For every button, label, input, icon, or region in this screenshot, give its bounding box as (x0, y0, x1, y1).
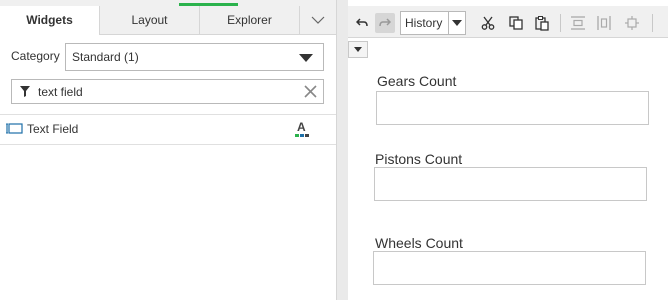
history-divider (448, 12, 449, 34)
paste-icon (535, 15, 549, 31)
widget-label: Text Field (27, 122, 79, 136)
redo-button[interactable] (375, 13, 395, 33)
tabs-overflow-button[interactable] (300, 6, 336, 34)
search-input-value: text field (38, 85, 83, 99)
toolbar-separator (652, 14, 653, 32)
chevron-down-icon (311, 16, 325, 24)
toolbar-separator (560, 14, 561, 32)
panel-splitter[interactable] (336, 0, 348, 300)
wheels-count-input[interactable] (373, 251, 646, 285)
gears-count-input[interactable] (376, 91, 649, 125)
center-icon (625, 16, 639, 30)
tab-layout[interactable]: Layout (100, 6, 200, 34)
history-label: History (405, 16, 443, 30)
text-style-icon: A (295, 120, 309, 137)
list-divider (0, 114, 336, 115)
canvas-menu-toggle[interactable] (348, 41, 368, 58)
editor-toolbar: History (348, 6, 668, 38)
svg-text:A: A (297, 120, 306, 134)
redo-icon (379, 18, 391, 27)
pistons-count-input[interactable] (374, 167, 647, 201)
triangle-down-icon (354, 47, 362, 52)
widget-list-item-text-field[interactable]: Text Field A (0, 116, 336, 144)
paste-button[interactable] (532, 13, 552, 33)
cut-button[interactable] (478, 13, 498, 33)
field-label-wheels-count: Wheels Count (375, 235, 463, 251)
distribute-horizontal-button[interactable] (594, 13, 614, 33)
category-label: Category (11, 49, 60, 63)
filter-icon (20, 86, 30, 97)
distribute-vertical-icon (571, 16, 585, 30)
panel-tabs: Widgets Layout Explorer (0, 6, 336, 35)
text-field-icon (6, 123, 23, 134)
center-button[interactable] (622, 13, 642, 33)
field-label-gears-count: Gears Count (377, 73, 457, 89)
category-select[interactable]: Standard (1) (65, 43, 324, 71)
cut-icon (481, 16, 495, 30)
tab-widgets[interactable]: Widgets (0, 6, 100, 35)
copy-button[interactable] (506, 13, 526, 33)
widget-search-field[interactable]: text field (11, 79, 324, 104)
list-divider (0, 144, 336, 145)
dropdown-arrow-icon (452, 20, 462, 26)
field-label-pistons-count: Pistons Count (375, 151, 463, 167)
distribute-vertical-button[interactable] (568, 13, 588, 33)
category-selected-value: Standard (1) (72, 50, 139, 64)
copy-icon (509, 16, 523, 30)
clear-icon[interactable] (303, 84, 318, 99)
tab-explorer[interactable]: Explorer (200, 6, 300, 34)
history-dropdown[interactable]: History (400, 11, 466, 35)
distribute-horizontal-icon (597, 16, 611, 30)
dropdown-arrow-icon (299, 54, 313, 62)
undo-button[interactable] (352, 13, 372, 33)
undo-icon (356, 18, 368, 27)
